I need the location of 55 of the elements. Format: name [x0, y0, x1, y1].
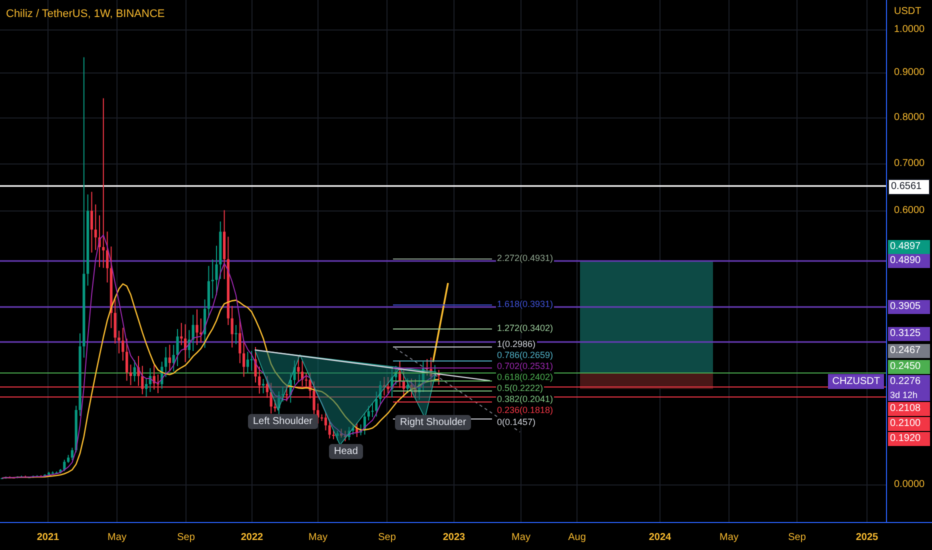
price-tick: 0.6000 [894, 204, 925, 218]
price-value: 0.3905 [890, 300, 922, 314]
time-label: May [108, 532, 126, 543]
horizontal-line[interactable] [0, 396, 886, 398]
fibonacci-label: 2.272(0.4931) [496, 253, 554, 263]
pattern-label: Left Shoulder [248, 414, 318, 429]
price-value: 0.2100 [890, 417, 922, 431]
symbol-tag: CHZUSDT [828, 374, 884, 389]
time-label: Sep [788, 532, 806, 543]
horizontal-line[interactable] [0, 260, 886, 262]
time-label: 2022 [240, 532, 264, 543]
price-tick: 0.8000 [894, 111, 925, 125]
price-value: 0.2467 [890, 344, 922, 358]
neckline[interactable] [254, 349, 490, 382]
horizontal-line[interactable] [0, 341, 886, 343]
fibonacci-label: 0.236(0.1818) [496, 405, 554, 415]
fibonacci-label: 1.618(0.3931) [496, 299, 554, 309]
time-label: 2024 [648, 532, 672, 543]
time-label: May [512, 532, 530, 543]
horizontal-line[interactable] [0, 306, 886, 308]
time-label: Sep [378, 532, 396, 543]
axis-unit: USDT [894, 6, 922, 17]
price-tick: 0.9000 [894, 66, 925, 80]
time-label: May [720, 532, 738, 543]
pattern-label: Right Shoulder [395, 415, 472, 430]
price-value: 0.6561 [891, 180, 923, 194]
fibonacci-label: 0.5(0.2222) [496, 383, 544, 393]
fibonacci-label: 0.702(0.2531) [496, 361, 554, 371]
price-value: 0.2450 [890, 360, 922, 374]
countdown-text: 3d 12h [890, 389, 919, 401]
time-label: 2025 [856, 532, 878, 543]
price-tick: 1.0000 [894, 23, 925, 37]
price-value: 0.4890 [890, 254, 922, 268]
price-value: 0.1920 [890, 432, 922, 446]
fibonacci-label: 0.618(0.2402) [496, 372, 554, 382]
pattern-label: Head [329, 444, 363, 459]
price-value: 0.2276 [890, 375, 922, 389]
fibonacci-label: 0.382(0.2041) [496, 394, 554, 404]
time-label: 2021 [36, 532, 60, 543]
price-tick: 0.0000 [894, 478, 925, 492]
projection-line[interactable] [432, 282, 449, 362]
price-value: 0.2108 [890, 402, 922, 416]
fibonacci-label: 1.272(0.3402) [496, 323, 554, 333]
time-label: Aug [568, 532, 586, 543]
price-tick: 0.7000 [894, 157, 925, 171]
fibonacci-label: 0.786(0.2659) [496, 350, 554, 360]
fibonacci-label: 0(0.1457) [496, 417, 537, 427]
chart-title: Chiliz / TetherUS, 1W, BINANCE [6, 8, 165, 20]
fibonacci-label: 1(0.2986) [496, 339, 537, 349]
price-value: 0.3125 [890, 327, 922, 341]
horizontal-line[interactable] [0, 372, 886, 374]
time-label: Sep [177, 532, 195, 543]
price-value: 0.4897 [890, 240, 922, 254]
time-label: 2023 [442, 532, 466, 543]
time-label: May [308, 532, 328, 543]
